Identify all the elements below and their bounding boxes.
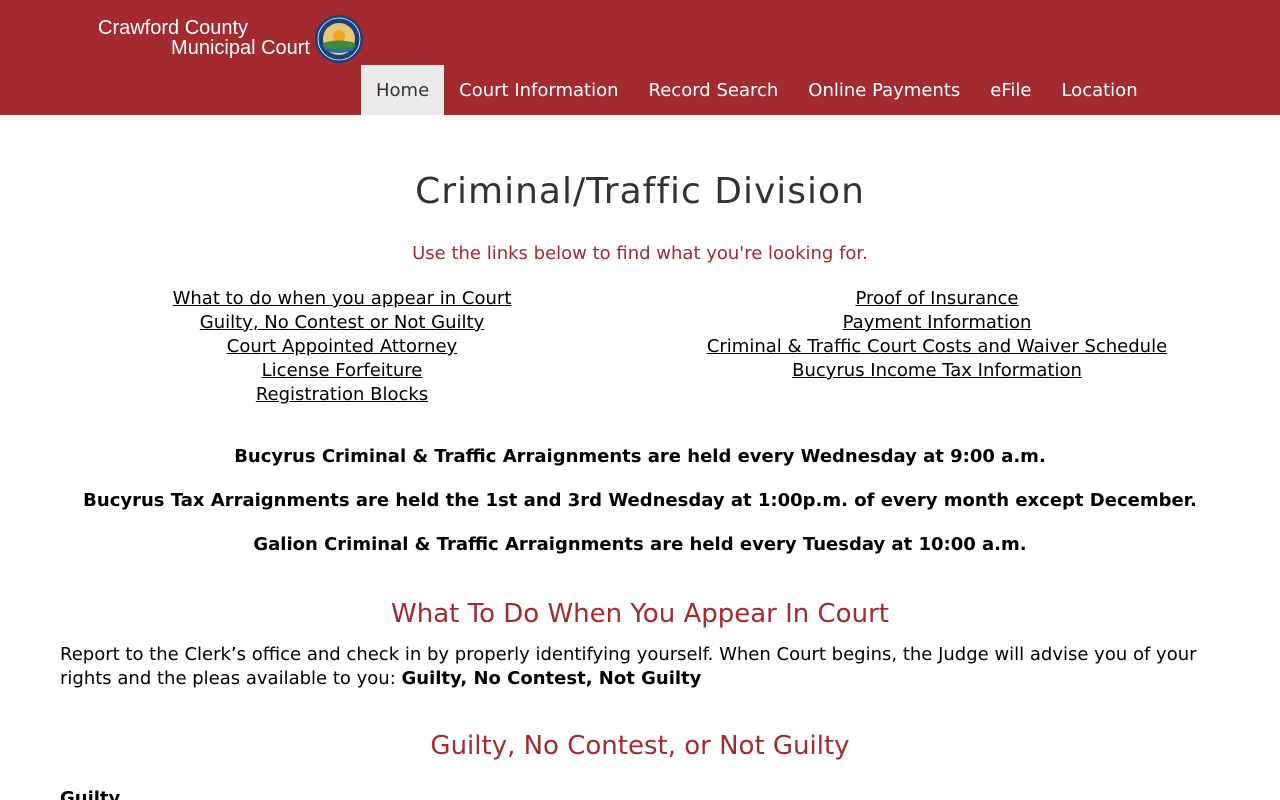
main-content: Criminal/Traffic Division Use the links … [0, 115, 1280, 800]
site-logo-link[interactable]: Crawford County Municipal Court [98, 15, 368, 68]
nav-court-information[interactable]: Court Information [444, 65, 633, 115]
plea-options: Guilty, No Contest, Not Guilty [401, 668, 702, 689]
notice-tax-arraignments: Bucyrus Tax Arraignments are held the 1s… [83, 490, 1197, 511]
section-heading-appear: What To Do When You Appear In Court [391, 599, 889, 629]
main-nav: Home Court Information Record Search Onl… [361, 65, 1153, 115]
page-title: Criminal/Traffic Division [415, 171, 865, 212]
nav-home[interactable]: Home [361, 65, 445, 115]
county-seal-icon [315, 15, 363, 63]
site-name-line2: Municipal Court [171, 37, 310, 59]
intro-text: Use the links below to find what you're … [412, 243, 868, 264]
notice-bucyrus-arraignments: Bucyrus Criminal & Traffic Arraignments … [234, 446, 1046, 467]
site-name-line1: Crawford County [98, 17, 249, 39]
link-proof-of-insurance[interactable]: Proof of Insurance [687, 287, 1187, 311]
link-payment-information[interactable]: Payment Information [687, 311, 1187, 335]
section-text-appear: Report to the Clerk’s office and check i… [60, 643, 1220, 691]
nav-record-search[interactable]: Record Search [634, 65, 794, 115]
nav-efile[interactable]: eFile [975, 65, 1046, 115]
notice-galion-arraignments: Galion Criminal & Traffic Arraignments a… [253, 534, 1027, 555]
quick-links-right: Proof of Insurance Payment Information C… [687, 287, 1187, 383]
link-court-costs-waiver[interactable]: Criminal & Traffic Court Costs and Waive… [687, 335, 1187, 359]
nav-location[interactable]: Location [1046, 65, 1152, 115]
site-name: Crawford County Municipal Court [98, 18, 310, 58]
section-heading-pleas: Guilty, No Contest, or Not Guilty [430, 731, 850, 761]
site-header: Crawford County Municipal Court Home Cou… [0, 0, 1280, 115]
nav-online-payments[interactable]: Online Payments [793, 65, 975, 115]
link-registration-blocks[interactable]: Registration Blocks [92, 383, 592, 407]
link-guilty-no-contest[interactable]: Guilty, No Contest or Not Guilty [92, 311, 592, 335]
link-income-tax-information[interactable]: Bucyrus Income Tax Information [687, 359, 1187, 383]
link-appear-in-court[interactable]: What to do when you appear in Court [92, 287, 592, 311]
link-court-appointed-attorney[interactable]: Court Appointed Attorney [92, 335, 592, 359]
subheading-guilty: Guilty [60, 788, 121, 800]
link-license-forfeiture[interactable]: License Forfeiture [92, 359, 592, 383]
quick-links-left: What to do when you appear in Court Guil… [92, 287, 592, 407]
